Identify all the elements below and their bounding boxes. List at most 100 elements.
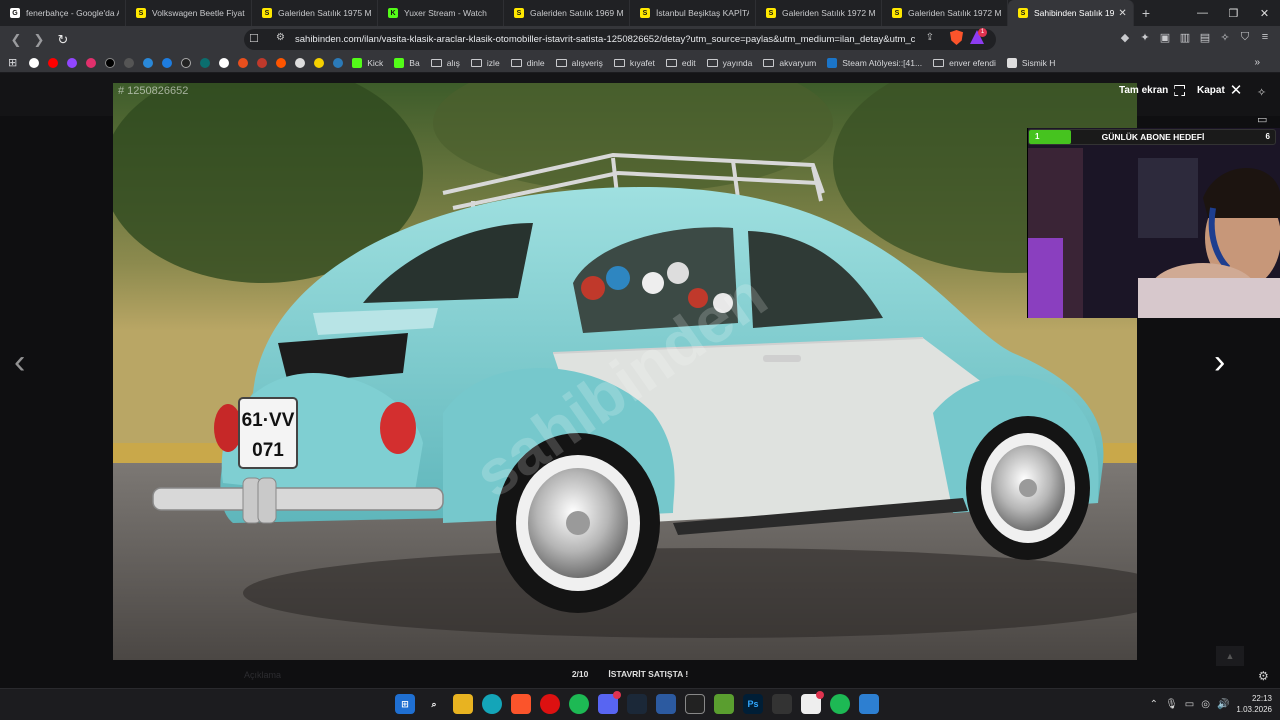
minimize-icon[interactable]: —: [1187, 0, 1218, 26]
cloud-icon[interactable]: [143, 57, 154, 68]
previous-photo-icon[interactable]: ‹: [14, 343, 25, 382]
github-icon[interactable]: [124, 57, 135, 68]
opera-icon[interactable]: [540, 694, 560, 714]
fullscreen-button[interactable]: Tam ekran: [1119, 85, 1186, 96]
tab[interactable]: S Galeriden Satılık 1972 Mo: [756, 0, 882, 26]
tab[interactable]: S Galeriden Satılık 1972 Mo: [882, 0, 1008, 26]
target-icon[interactable]: [219, 57, 230, 68]
new-tab-button[interactable]: +: [1134, 0, 1158, 26]
sidebar-icon[interactable]: ▥: [1178, 30, 1192, 44]
network-icon[interactable]: ▭: [1185, 699, 1194, 710]
scroll-up-icon[interactable]: ▲: [1216, 646, 1244, 666]
tab-active[interactable]: S Sahibinden Satılık 19 ✕: [1008, 0, 1134, 26]
bookmark-item[interactable]: Kick: [352, 57, 383, 68]
tab[interactable]: S İstanbul Beşiktaş KAPİTAL: [630, 0, 756, 26]
bookmark-icon: [1006, 57, 1017, 68]
discord-icon[interactable]: [598, 691, 621, 714]
close-window-icon[interactable]: ✕: [1249, 0, 1280, 26]
menu-icon[interactable]: ≡: [1258, 30, 1272, 44]
wix-icon[interactable]: [181, 57, 192, 68]
bookmark-item[interactable]: Sismik H: [1006, 57, 1055, 68]
bookmark-folder[interactable]: alışveriş: [555, 58, 603, 68]
tab-favicon-icon: S: [262, 8, 272, 18]
vpn-icon[interactable]: ◆: [1118, 30, 1132, 44]
video-icon[interactable]: [162, 57, 173, 68]
volume-icon[interactable]: 🔊: [1217, 699, 1229, 710]
brave-icon[interactable]: [511, 694, 531, 714]
next-photo-icon[interactable]: ›: [1214, 343, 1225, 382]
site-info-icon[interactable]: ⚙: [276, 32, 285, 43]
share-icon[interactable]: ⇪: [926, 32, 934, 43]
settings-gear-icon[interactable]: ⚙: [1258, 669, 1269, 683]
tab-title: Galeriden Satılık 1969 Mo: [530, 8, 623, 18]
nvidia-icon[interactable]: [714, 694, 734, 714]
wifi-icon[interactable]: ◎: [1201, 699, 1210, 710]
panel-icon[interactable]: ▭: [1257, 113, 1267, 126]
tab[interactable]: S Volkswagen Beetle Fiyatları: [126, 0, 252, 26]
google-icon[interactable]: [29, 57, 40, 68]
close-tab-icon[interactable]: ✕: [1118, 8, 1126, 19]
yellow-site-icon[interactable]: [314, 57, 325, 68]
reload-icon[interactable]: ↻: [53, 30, 73, 50]
bookmark-item[interactable]: Steam Atölyesi::[41...: [827, 57, 922, 68]
bookmark-folder[interactable]: alış: [430, 58, 460, 68]
instagram-icon[interactable]: [86, 57, 97, 68]
search-icon[interactable]: ⌕: [424, 694, 444, 714]
apps-grid-icon[interactable]: ⊞: [8, 56, 17, 69]
epic-icon[interactable]: [685, 694, 705, 714]
bookmark-icon[interactable]: ☐: [249, 32, 259, 45]
m-site-icon[interactable]: [276, 57, 287, 68]
steam-icon[interactable]: [627, 694, 647, 714]
system-clock[interactable]: 22:13 1.03.2026: [1236, 693, 1272, 715]
shield-icon[interactable]: ⛉: [1238, 30, 1252, 44]
bookmark-folder[interactable]: izle: [470, 58, 500, 68]
folder-icon: [763, 58, 775, 67]
tab-search-icon[interactable]: ▣: [1158, 30, 1172, 44]
bookmark-item[interactable]: Ba: [394, 57, 420, 68]
file-explorer-icon[interactable]: [453, 694, 473, 714]
extensions-icon[interactable]: ✦: [1138, 30, 1152, 44]
more-bookmarks-icon[interactable]: »: [1254, 57, 1260, 68]
back-icon[interactable]: ❮: [6, 30, 26, 50]
tab-favicon-icon: S: [1018, 8, 1028, 18]
tray-overflow-icon[interactable]: ⌃: [1150, 699, 1158, 710]
bookmark-folder[interactable]: akvaryum: [763, 58, 816, 68]
bookmark-folder[interactable]: edit: [665, 58, 696, 68]
mic-icon[interactable]: 🎙: [1165, 699, 1178, 710]
bookmark-folder[interactable]: yayında: [706, 58, 752, 68]
url-text[interactable]: sahibinden.com/ilan/vasita-klasik-aracla…: [295, 34, 915, 45]
settings-app-icon[interactable]: [859, 694, 879, 714]
tab[interactable]: Gfenerbahçe - Google'da Ar: [0, 0, 126, 26]
close-viewer-button[interactable]: Kapat ✕: [1197, 83, 1242, 98]
x-icon[interactable]: [105, 57, 116, 68]
teal-site-icon[interactable]: [200, 57, 211, 68]
notes-icon[interactable]: [801, 691, 824, 714]
leo-ai-icon[interactable]: ✧: [1218, 30, 1232, 44]
forward-icon[interactable]: ❯: [29, 30, 49, 50]
tab[interactable]: S Galeriden Satılık 1969 Mo: [504, 0, 630, 26]
tab[interactable]: K Yuxer Stream - Watch: [378, 0, 504, 26]
edge-icon[interactable]: [482, 694, 502, 714]
amazon-icon[interactable]: [295, 57, 306, 68]
red-site-icon[interactable]: [257, 57, 268, 68]
blue-site-icon[interactable]: [333, 57, 344, 68]
orange-site-icon[interactable]: [238, 57, 249, 68]
wallet-icon[interactable]: ▤: [1198, 30, 1212, 44]
bookmark-folder[interactable]: dinle: [510, 58, 545, 68]
bookmark-folder[interactable]: kıyafet: [613, 57, 655, 68]
bookmark-label: kıyafet: [629, 57, 655, 68]
goal-target: 6: [1265, 132, 1270, 141]
address-bar[interactable]: ☐ ⚙ sahibinden.com/ilan/vasita-klasik-ar…: [244, 29, 996, 50]
tab[interactable]: S Galeriden Satılık 1975 Mo: [252, 0, 378, 26]
bookmark-folder[interactable]: enver efendi: [933, 58, 996, 68]
calculator-icon[interactable]: [656, 694, 676, 714]
spotify-2-icon[interactable]: [830, 694, 850, 714]
youtube-icon[interactable]: [48, 57, 59, 68]
leo-icon[interactable]: ✧: [1257, 86, 1267, 99]
spotify-icon[interactable]: [569, 694, 589, 714]
photoshop-icon[interactable]: Ps: [743, 694, 763, 714]
obs-icon[interactable]: [772, 694, 792, 714]
restore-icon[interactable]: ❐: [1218, 0, 1249, 26]
start-icon[interactable]: ⊞: [395, 694, 415, 714]
twitch-icon[interactable]: [67, 57, 78, 68]
